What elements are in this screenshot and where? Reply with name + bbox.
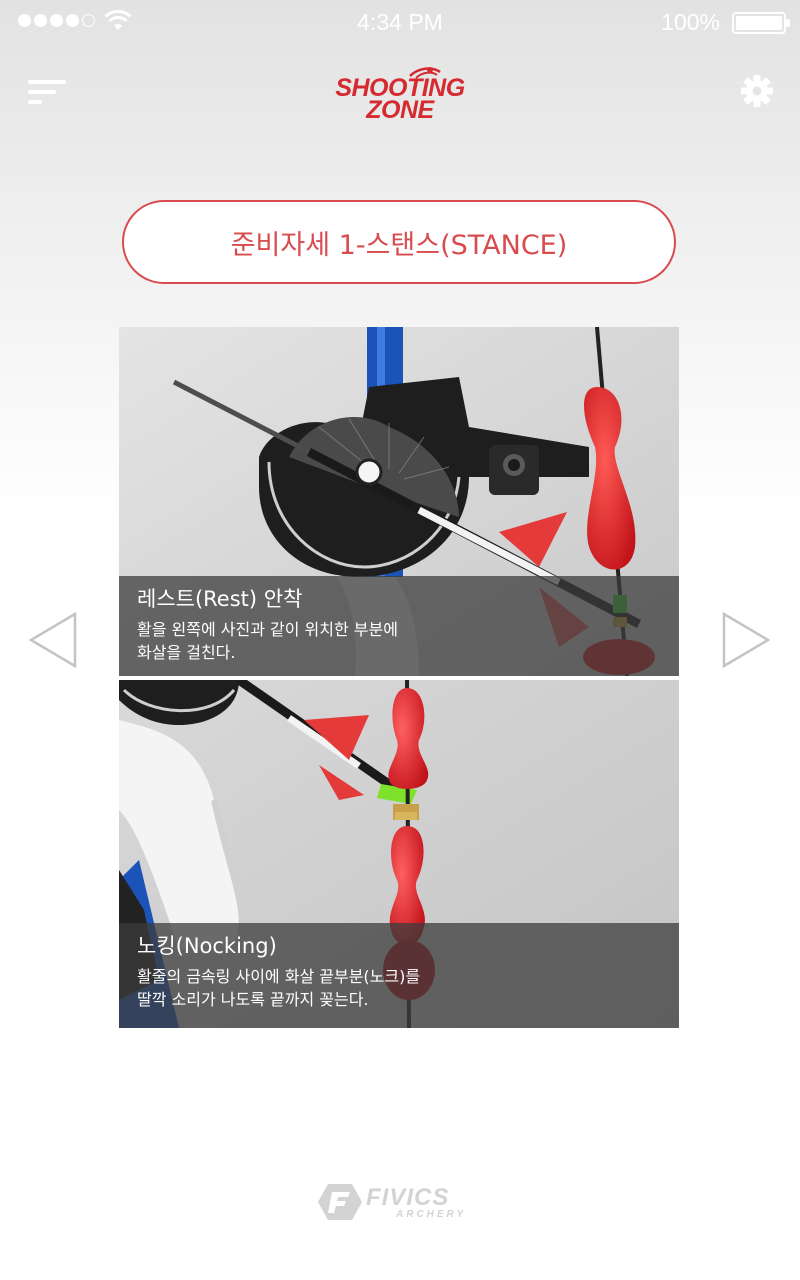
brand-name: FIVICS	[366, 1184, 450, 1211]
brand-sub: ARCHERY	[396, 1209, 467, 1220]
caption-description: 활줄의 금속링 사이에 화살 끝부분(노크)를 딸깍 소리가 나도록 끝까지 꽂…	[137, 965, 661, 1011]
battery-icon	[732, 12, 790, 34]
logo-line2: ZONE	[366, 96, 434, 124]
caption-desc-line: 활줄의 금속링 사이에 화살 끝부분(노크)를	[137, 967, 421, 986]
prev-step-button[interactable]	[27, 611, 79, 669]
hamburger-menu-icon	[28, 80, 66, 84]
gear-icon	[741, 75, 773, 107]
fivics-emblem-icon	[318, 1184, 362, 1220]
triangle-left-icon	[28, 611, 77, 669]
next-step-button[interactable]	[720, 611, 772, 669]
step-card-rest: 레스트(Rest) 안착 활을 왼쪽에 사진과 같이 위치한 부분에 화살을 걸…	[119, 327, 679, 676]
caption-desc-line: 화살을 걸친다.	[137, 643, 236, 662]
settings-button[interactable]	[740, 74, 774, 108]
caption-desc-line: 활을 왼쪽에 사진과 같이 위치한 부분에	[137, 620, 398, 639]
caption-nocking: 노킹(Nocking) 활줄의 금속링 사이에 화살 끝부분(노크)를 딸깍 소…	[119, 923, 679, 1028]
caption-rest: 레스트(Rest) 안착 활을 왼쪽에 사진과 같이 위치한 부분에 화살을 걸…	[119, 576, 679, 676]
menu-button[interactable]	[28, 78, 68, 106]
app-logo: SHOOTING ZONE	[318, 62, 482, 124]
step-card-nocking: 노킹(Nocking) 활줄의 금속링 사이에 화살 끝부분(노크)를 딸깍 소…	[119, 680, 679, 1028]
caption-desc-line: 딸깍 소리가 나도록 끝까지 꽂는다.	[137, 990, 369, 1009]
caption-title: 노킹(Nocking)	[137, 934, 277, 958]
caption-title: 레스트(Rest) 안착	[137, 587, 303, 611]
caption-description: 활을 왼쪽에 사진과 같이 위치한 부분에 화살을 걸친다.	[137, 618, 661, 664]
stance-title-button[interactable]: 준비자세 1-스탠스(STANCE)	[122, 200, 676, 284]
triangle-right-icon	[722, 611, 771, 669]
fivics-brand-logo: FIVICS ARCHERY	[318, 1182, 482, 1224]
battery-percent: 100%	[661, 9, 720, 35]
status-bar: 4:34 PM 100%	[0, 0, 800, 46]
